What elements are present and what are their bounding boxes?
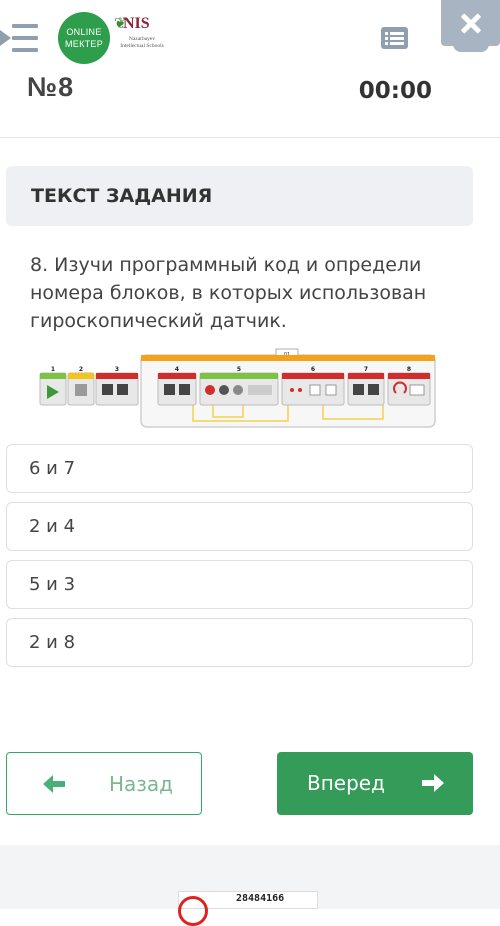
answer-option[interactable]: 5 и 3 [6,560,473,609]
header-divider [0,137,500,138]
task-text: 8. Изучи программный код и определи номе… [30,254,427,332]
online-mektep-logo: ONLINE МЕКТЕР [58,12,110,64]
forward-button-label: Вперед [307,771,385,795]
back-button[interactable]: Назад [6,752,202,815]
program-code-image: 01 1 2 3 4 5 6 7 8 [39,348,436,428]
back-button-label: Назад [109,772,174,796]
block-number-2: 2 [79,366,83,373]
arrow-right-icon [422,774,444,792]
task-heading: ТЕКСТ ЗАДАНИЯ [31,185,213,207]
close-button[interactable] [441,0,500,52]
block-number-4: 4 [175,366,179,373]
forward-button[interactable]: Вперед [277,752,473,815]
question-list-button[interactable] [381,27,408,49]
nis-logo: ❦ NIS Nazarbayev Intellectual Schools [114,15,164,49]
answer-label: 2 и 4 [29,516,76,537]
answer-option[interactable]: 2 и 4 [6,502,473,551]
answer-option[interactable]: 6 и 7 [6,444,473,493]
answer-label: 6 и 7 [29,458,76,479]
block-number-5: 5 [237,366,241,373]
block-number-3: 3 [115,366,119,373]
task-heading-panel: ТЕКСТ ЗАДАНИЯ [6,166,473,226]
answer-label: 5 и 3 [29,574,76,595]
answer-option[interactable]: 2 и 8 [6,618,473,667]
block-number-1: 1 [51,366,55,373]
menu-toggle-icon[interactable] [0,18,40,58]
question-number: №8 [27,72,75,102]
answer-label: 2 и 8 [29,632,76,653]
block-number-8: 8 [407,366,411,373]
arrow-left-icon [43,775,65,793]
block-number-7: 7 [364,366,368,373]
header: ONLINE МЕКТЕР ❦ NIS Nazarbayev Intellect… [0,0,500,138]
barcode-number: 28484166 [236,893,285,904]
block-number-6: 6 [311,366,315,373]
red-circle-icon [178,896,208,926]
timer: 00:00 [358,78,432,104]
